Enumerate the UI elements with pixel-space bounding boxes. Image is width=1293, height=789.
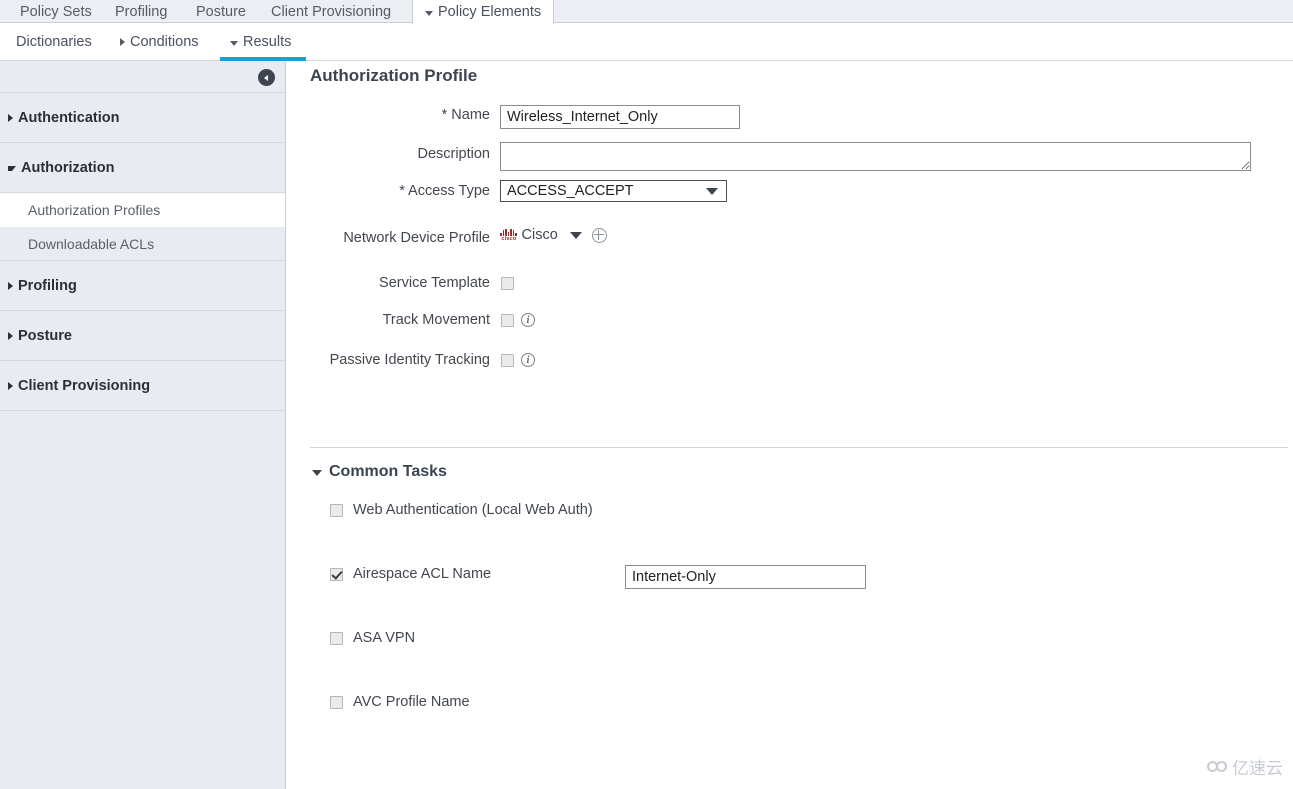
airespace-acl-name-checkbox[interactable] [330,568,343,581]
chevron-down-icon [230,40,238,46]
primary-tab-bar: Policy Sets Profiling Posture Client Pro… [0,0,1293,24]
chevron-down-icon [425,10,433,16]
airespace-acl-name-input[interactable] [625,565,866,589]
sidebar-group-client-provisioning-label: Client Provisioning [18,377,151,394]
sidebar-item-authorization-profiles[interactable]: Authorization Profiles [0,193,285,227]
description-label: Description [417,146,490,162]
sidebar-collapse-button[interactable] [258,69,275,86]
passive-identity-tracking-checkbox[interactable] [501,354,514,367]
name-input[interactable] [500,105,740,129]
web-authentication-label: Web Authentication (Local Web Auth) [353,502,593,518]
track-movement-checkbox[interactable] [501,314,514,327]
tab-profiling[interactable]: Profiling [103,0,179,23]
tab-policy-elements[interactable]: Policy Elements [412,0,555,24]
name-label: * Name [441,107,490,123]
chevron-right-icon [8,381,13,390]
chevron-down-icon [8,166,16,171]
glasses-cloud-icon [1207,761,1227,772]
left-sidebar: Authentication Authorization Authorizati… [0,61,286,789]
subtab-dictionaries[interactable]: Dictionaries [16,24,92,60]
chevron-left-icon [263,74,268,81]
chevron-down-icon [312,470,322,476]
tab-policy-sets[interactable]: Policy Sets [8,0,104,23]
subtab-conditions[interactable]: Conditions [120,24,199,60]
section-divider [310,447,1288,448]
info-icon-glyph: i [526,354,530,366]
track-movement-label: Track Movement [382,312,490,328]
plus-circle-icon[interactable] [591,227,607,243]
chevron-down-icon [706,187,718,195]
sidebar-group-authorization-label: Authorization [21,159,115,176]
subtab-conditions-label: Conditions [130,34,199,50]
avc-profile-name-label: AVC Profile Name [353,694,470,710]
sidebar-group-authentication[interactable]: Authentication [0,93,285,143]
tab-profiling-label: Profiling [115,3,168,20]
subtab-results[interactable]: Results [230,24,291,60]
sidebar-group-authorization[interactable]: Authorization [0,143,285,193]
subtab-results-label: Results [243,34,292,50]
network-device-profile-value: Cisco [521,227,558,243]
service-template-label: Service Template [379,275,490,291]
info-icon[interactable]: i [521,353,535,367]
tab-posture-label: Posture [196,3,246,20]
tab-policy-elements-label: Policy Elements [438,4,542,20]
network-device-profile-select[interactable]: cisco Cisco [500,227,607,243]
asa-vpn-checkbox[interactable] [330,632,343,645]
airespace-acl-name-label: Airespace ACL Name [353,566,492,582]
tab-client-provisioning-label: Client Provisioning [271,3,392,20]
watermark: 亿速云 [1207,754,1283,779]
sidebar-header [0,61,285,93]
tab-posture[interactable]: Posture [184,0,258,23]
access-type-select[interactable]: ACCESS_ACCEPT [500,180,727,202]
asa-vpn-label: ASA VPN [353,630,416,646]
sidebar-group-posture-label: Posture [18,327,72,344]
info-icon[interactable]: i [521,313,535,327]
sidebar-item-downloadable-acls[interactable]: Downloadable ACLs [0,227,285,261]
sidebar-group-profiling[interactable]: Profiling [0,261,285,311]
info-icon-glyph: i [526,314,530,326]
chevron-right-icon [8,281,13,290]
common-tasks-header[interactable]: Common Tasks [312,463,447,481]
passive-identity-tracking-label: Passive Identity Tracking [329,352,490,368]
sidebar-item-authorization-profiles-label: Authorization Profiles [28,202,161,218]
chevron-right-icon [8,331,13,340]
cisco-logo-icon: cisco [500,228,517,242]
sidebar-group-profiling-label: Profiling [18,277,77,294]
main-content: Authorization Profile * Name Description… [287,61,1293,789]
description-textarea[interactable] [500,142,1251,171]
sidebar-group-authentication-label: Authentication [18,109,120,126]
service-template-checkbox[interactable] [501,277,514,290]
secondary-nav-bar: Dictionaries Conditions Results [0,24,1293,61]
access-type-value: ACCESS_ACCEPT [507,183,634,199]
tab-policy-sets-label: Policy Sets [20,3,92,20]
chevron-down-icon [569,231,582,239]
tab-client-provisioning[interactable]: Client Provisioning [259,0,403,23]
sidebar-item-downloadable-acls-label: Downloadable ACLs [28,235,155,252]
web-authentication-checkbox[interactable] [330,504,343,517]
chevron-right-icon [8,113,13,122]
page-title: Authorization Profile [310,66,478,85]
avc-profile-name-checkbox[interactable] [330,696,343,709]
network-device-profile-label: Network Device Profile [343,230,490,246]
sidebar-group-client-provisioning[interactable]: Client Provisioning [0,361,285,411]
chevron-right-icon [120,38,125,46]
access-type-label: * Access Type [399,183,490,199]
subtab-dictionaries-label: Dictionaries [16,34,92,50]
common-tasks-heading: Common Tasks [329,463,447,480]
sidebar-group-posture[interactable]: Posture [0,311,285,361]
watermark-text: 亿速云 [1232,759,1283,779]
